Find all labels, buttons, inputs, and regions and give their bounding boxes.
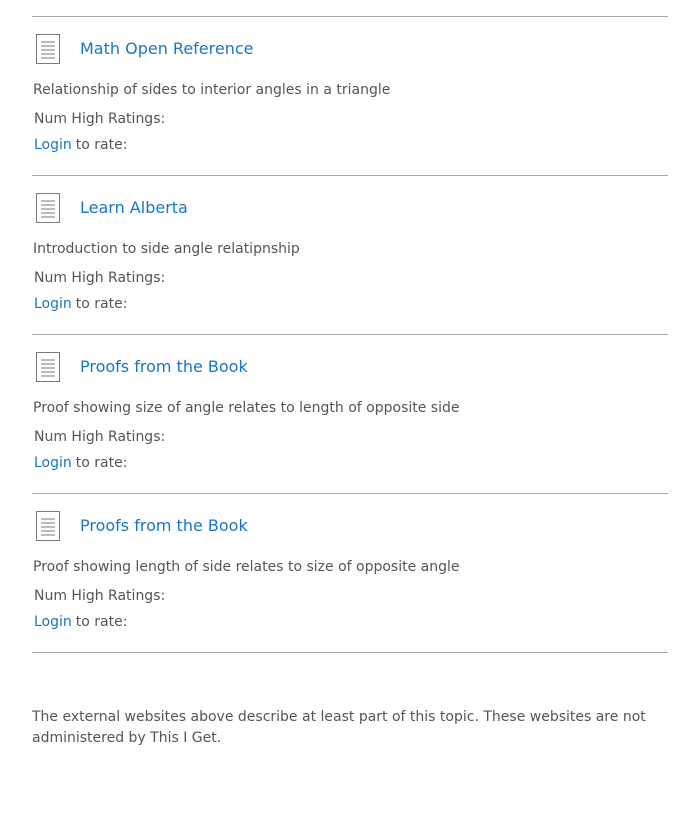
rate-label: to rate:: [75, 137, 128, 153]
document-icon: [36, 193, 60, 223]
login-link[interactable]: Login: [34, 296, 72, 312]
resource-item: Learn Alberta Introduction to side angle…: [32, 175, 668, 334]
login-link[interactable]: Login: [34, 137, 72, 153]
resource-title-link[interactable]: Proofs from the Book: [80, 516, 248, 536]
resource-item: Math Open Reference Relationship of side…: [32, 16, 668, 175]
resource-title-link[interactable]: Proofs from the Book: [80, 357, 248, 377]
resource-description: Proof showing length of side relates to …: [33, 559, 460, 575]
document-icon: [36, 352, 60, 382]
resource-title-link[interactable]: Math Open Reference: [80, 39, 254, 59]
num-high-ratings-label: Num High Ratings:: [34, 111, 166, 127]
login-link[interactable]: Login: [34, 455, 72, 471]
external-websites-disclaimer: The external websites above describe at …: [32, 709, 646, 746]
rate-label: to rate:: [75, 614, 128, 630]
resource-description: Relationship of sides to interior angles…: [33, 82, 391, 98]
rate-row: Login to rate:: [34, 295, 127, 313]
rate-row: Login to rate:: [34, 136, 127, 154]
num-high-ratings-label: Num High Ratings:: [34, 588, 166, 604]
resource-description: Proof showing size of angle relates to l…: [33, 400, 460, 416]
num-high-ratings-label: Num High Ratings:: [34, 429, 166, 445]
resource-description: Introduction to side angle relatipnship: [33, 241, 300, 257]
resource-item: Proofs from the Book Proof showing size …: [32, 334, 668, 493]
num-high-ratings-label: Num High Ratings:: [34, 270, 166, 286]
document-icon: [36, 511, 60, 541]
resource-title-link[interactable]: Learn Alberta: [80, 198, 188, 218]
rate-row: Login to rate:: [34, 454, 127, 472]
rate-label: to rate:: [75, 455, 128, 471]
rate-label: to rate:: [75, 296, 128, 312]
resource-item: Proofs from the Book Proof showing lengt…: [32, 493, 668, 653]
resource-list: Math Open Reference Relationship of side…: [32, 16, 668, 653]
login-link[interactable]: Login: [34, 614, 72, 630]
rate-row: Login to rate:: [34, 613, 127, 631]
document-icon: [36, 34, 60, 64]
